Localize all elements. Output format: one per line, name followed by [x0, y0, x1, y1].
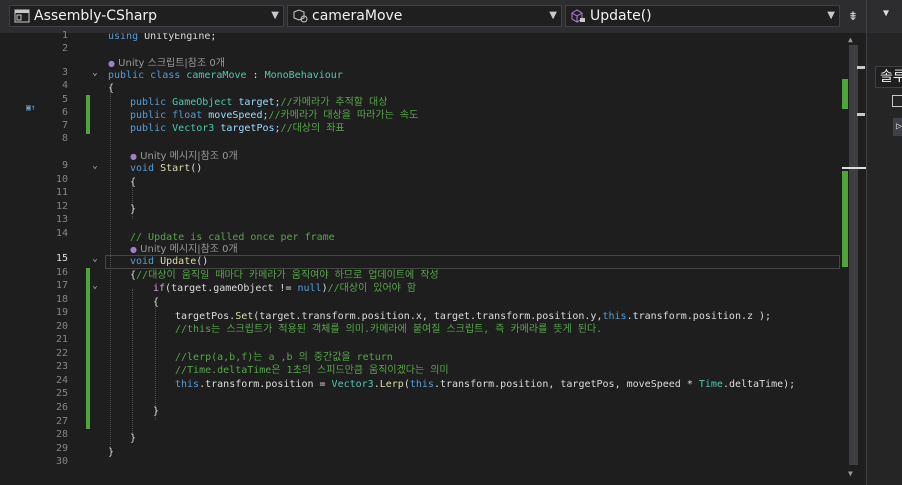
- code-line-5: public GameObject target;//카메라가 추적할 대상: [130, 97, 388, 108]
- code-line-4: {: [108, 83, 115, 94]
- type-name: cameraMove: [312, 8, 403, 24]
- line-number: 20: [55, 321, 68, 332]
- code-editor[interactable]: using UnityEngine; ● Unity 스크립트|참조 0개 pu…: [105, 33, 840, 485]
- line-number: 28: [55, 429, 68, 440]
- panel-header: ▼: [867, 0, 902, 33]
- line-number: 2: [61, 43, 68, 54]
- line-number: 23: [55, 361, 68, 372]
- line-number: 12: [55, 201, 68, 212]
- vertical-scrollbar[interactable]: ▲ ▼: [840, 33, 866, 485]
- method-icon: [570, 9, 586, 23]
- line-number: 7: [61, 120, 68, 131]
- changed-lines-bar: [86, 95, 90, 134]
- member-dropdown[interactable]: Update() ▼: [565, 5, 840, 27]
- code-line-20: //this는 스크립트가 적용된 객체를 의미.카메라에 붙여질 스크립트, …: [175, 324, 603, 335]
- code-line-9: void Start(): [130, 163, 203, 174]
- code-line-1: using UnityEngine;: [108, 33, 217, 42]
- indent-guide: [132, 289, 133, 435]
- line-number: 13: [55, 214, 68, 225]
- csharp-project-icon: [14, 9, 30, 23]
- line-number: 17: [55, 280, 68, 291]
- fold-chevron-icon[interactable]: ⌄: [90, 68, 100, 78]
- line-number: 6: [61, 107, 68, 118]
- type-dropdown[interactable]: cameraMove ▼: [287, 5, 562, 27]
- code-line-28: }: [130, 433, 137, 444]
- line-number: 24: [55, 375, 68, 386]
- code-line-10: {: [130, 177, 137, 188]
- unity-icon: ●: [130, 152, 137, 161]
- code-line-29: }: [108, 447, 115, 458]
- line-number: 29: [55, 443, 68, 454]
- indent-guide: [110, 89, 111, 451]
- navigation-bar: Assembly-CSharp ▼ cameraMove ▼ Update() …: [0, 0, 866, 33]
- line-number: 25: [55, 388, 68, 399]
- scrollbar-track[interactable]: [849, 45, 858, 465]
- line-number: 10: [55, 174, 68, 185]
- code-line-26: }: [153, 406, 160, 417]
- project-dropdown[interactable]: Assembly-CSharp ▼: [9, 5, 284, 27]
- code-line-18: {: [153, 297, 160, 308]
- line-number: 27: [55, 416, 68, 427]
- chevron-down-icon: ▼: [549, 10, 557, 21]
- code-line-16: {//대상이 움직일 때마다 카메라가 움직여야 하므로 업데이트에 작성: [130, 270, 439, 281]
- line-number: 3: [61, 67, 68, 78]
- line-number: 19: [55, 307, 68, 318]
- unity-icon: ●: [130, 245, 137, 254]
- play-icon[interactable]: ▷: [893, 118, 902, 136]
- project-name: Assembly-CSharp: [34, 8, 158, 24]
- scroll-marker: [857, 113, 865, 116]
- line-number: 1: [61, 30, 68, 41]
- indent-guide: [155, 304, 156, 420]
- view-icon[interactable]: [892, 95, 902, 107]
- implementation-icon[interactable]: ▣↑: [26, 104, 40, 112]
- split-editor-icon[interactable]: ⇟: [843, 5, 863, 27]
- line-number: 30: [55, 456, 68, 467]
- fold-chevron-icon[interactable]: ⌄: [90, 161, 100, 171]
- caret-position-marker: [842, 167, 866, 169]
- chevron-down-icon: ▼: [271, 10, 279, 21]
- code-line-7: public Vector3 targetPos;//대상의 좌표: [130, 123, 345, 134]
- code-line-17: if(target.gameObject != null)//대상이 있어야 함: [153, 283, 417, 294]
- code-line-19: targetPos.Set(target.transform.position.…: [175, 311, 772, 322]
- chevron-down-icon: ▼: [827, 10, 835, 21]
- class-icon: [292, 9, 308, 23]
- unity-icon: ●: [108, 59, 115, 68]
- code-line-22: //lerp(a,b,f)는 a ,b 의 중간값을 return: [175, 352, 393, 363]
- member-name: Update(): [590, 8, 652, 24]
- line-number: 26: [55, 402, 68, 413]
- code-line-23: //Time.deltaTime은 1초의 스피드만큼 움직이겠다는 의미: [175, 365, 449, 376]
- line-number: 14: [55, 228, 68, 239]
- scroll-marker: [857, 66, 865, 69]
- code-line-15: void Update(): [130, 256, 209, 267]
- line-number: 21: [55, 334, 68, 345]
- change-marker: [842, 79, 848, 109]
- solution-search-box[interactable]: 솔루: [875, 66, 902, 88]
- line-number: 16: [55, 267, 68, 278]
- line-number: 15: [55, 253, 68, 264]
- line-number: 4: [61, 80, 68, 91]
- line-number: 5: [61, 94, 68, 105]
- editor-gutter: 1 2 3 4 5 6 7 8 9 10 11 12 13 14 15 16 17 18 19 20 21 22 23 24 2…: [0, 30, 105, 485]
- chevron-down-icon[interactable]: ▼: [883, 8, 889, 19]
- line-number: 11: [55, 187, 68, 198]
- code-line-6: public float moveSpeed;//카메라가 대상을 따라가는 속…: [130, 110, 419, 121]
- code-line-24: this.transform.position = Vector3.Lerp(t…: [175, 379, 796, 390]
- line-number: 8: [61, 133, 68, 144]
- solution-explorer-panel: ▼ 솔루 ▷: [866, 0, 902, 485]
- line-number: 18: [55, 294, 68, 305]
- line-number: 9: [61, 160, 68, 171]
- line-number: 22: [55, 348, 68, 359]
- change-marker: [842, 171, 848, 267]
- code-line-3: public class cameraMove : MonoBehaviour: [108, 70, 343, 81]
- changed-lines-bar: [86, 268, 90, 429]
- fold-chevron-icon[interactable]: ⌄: [90, 281, 100, 291]
- code-line-12: }: [130, 204, 137, 215]
- scroll-up-icon[interactable]: ▲: [848, 35, 853, 44]
- scroll-down-icon[interactable]: ▼: [848, 469, 853, 478]
- fold-chevron-icon[interactable]: ⌄: [90, 254, 100, 264]
